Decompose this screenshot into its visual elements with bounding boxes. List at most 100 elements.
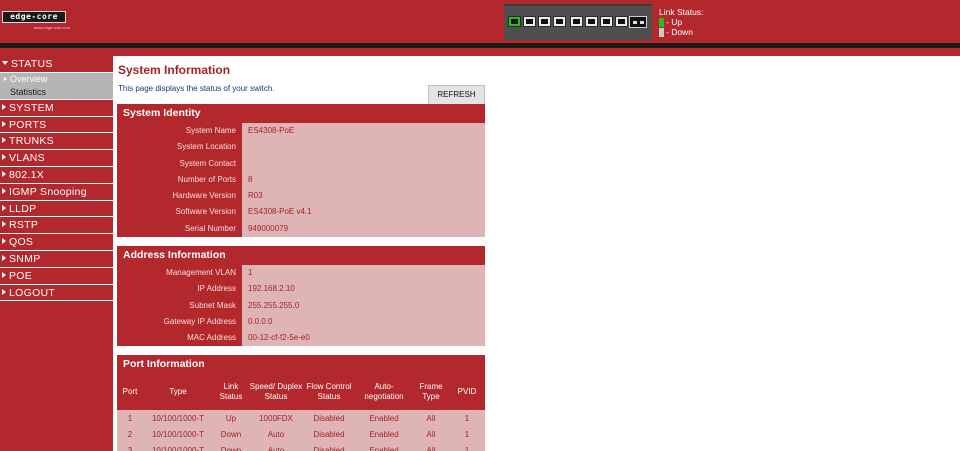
sidebar-item-system[interactable]: SYSTEM [0, 100, 113, 117]
sidebar-item-rstp[interactable]: RSTP [0, 217, 113, 235]
section-title: Address Information [117, 246, 485, 265]
sfp-port-icon[interactable] [629, 16, 647, 28]
cell-type: 10/100/1000-T [143, 410, 213, 426]
cell-link-status: Down [213, 426, 249, 442]
kv-row-subnet-mask: Subnet Mask 255.255.255.0 [117, 297, 485, 314]
port-information-table: Port Type Link Status Speed/ Duplex Stat… [117, 374, 485, 451]
link-status-title: Link Status: [659, 7, 704, 17]
chevron-right-icon [2, 187, 6, 194]
sidebar-item-status[interactable]: STATUS [0, 56, 113, 73]
legend-down-swatch [659, 28, 664, 37]
header-band [0, 48, 960, 56]
sidebar-item-8021x[interactable]: 802.1X [0, 167, 113, 184]
cell-port: 1 [117, 410, 143, 426]
cell-type: 10/100/1000-T [143, 426, 213, 442]
kv-row-hardware-version: Hardware Version R03 [117, 188, 485, 205]
chevron-right-icon [2, 204, 6, 211]
kv-value: 192.168.2.10 [242, 281, 485, 298]
sidebar-item-lldp[interactable]: LLDP [0, 201, 113, 218]
edge-core-logo: edge-core [2, 11, 66, 23]
kv-row-serial-number: Serial Number 949000079 [117, 220, 485, 238]
kv-label: System Name [185, 126, 236, 135]
chevron-right-icon [2, 154, 6, 161]
chevron-right-icon [2, 238, 6, 245]
port-8-icon[interactable] [615, 16, 628, 27]
port-5-icon[interactable] [570, 16, 583, 27]
column-header: Auto- negotiation [355, 374, 413, 410]
cell-port: 2 [117, 426, 143, 442]
logo-tagline: www.edge-core.com [33, 25, 70, 30]
cell-flow-control: Disabled [303, 426, 355, 442]
page-title: System Information [118, 63, 231, 77]
column-header: Link Status [213, 374, 249, 410]
kv-row-system-contact: System Contact [117, 155, 485, 172]
chevron-right-icon [2, 120, 6, 127]
cell-auto-negotiation: Enabled [355, 426, 413, 442]
port-4-icon[interactable] [553, 16, 566, 27]
main-content: System Information This page displays th… [113, 56, 960, 451]
kv-label: Software Version [175, 207, 236, 217]
sidebar: STATUS Overview Statistics SYSTEM PORTS … [0, 56, 113, 451]
kv-row-management-vlan: Management VLAN 1 [117, 265, 485, 282]
sidebar-item-poe[interactable]: POE [0, 268, 113, 285]
sidebar-item-trunks[interactable]: TRUNKS [0, 133, 113, 151]
chevron-right-icon [2, 288, 6, 295]
port-1-icon[interactable] [508, 16, 521, 27]
kv-row-mac-address: MAC Address 00-12-cf-f2-5e-e0 [117, 330, 485, 347]
column-header: PVID [449, 374, 485, 410]
cell-port: 3 [117, 442, 143, 451]
legend-up-label: - Up [666, 17, 683, 27]
table-header-row: Port Type Link Status Speed/ Duplex Stat… [117, 374, 485, 410]
cell-frame-type: All [413, 410, 449, 426]
kv-label: Serial Number [184, 223, 236, 233]
sidebar-subitem-overview[interactable]: Overview [0, 72, 113, 86]
kv-row-system-location: System Location [117, 139, 485, 156]
cell-auto-negotiation: Enabled [355, 442, 413, 451]
kv-label: Subnet Mask [189, 300, 236, 310]
port-7-icon[interactable] [600, 16, 613, 27]
sidebar-item-logout[interactable]: LOGOUT [0, 285, 113, 302]
kv-row-gateway-ip-address: Gateway IP Address 0.0.0.0 [117, 313, 485, 331]
kv-value: 949000079 [242, 220, 485, 238]
sidebar-item-ports[interactable]: PORTS [0, 117, 113, 134]
cell-flow-control: Disabled [303, 442, 355, 451]
header: edge-core www.edge-core.com Link Status:… [0, 0, 960, 43]
section-title: System Identity [117, 104, 485, 123]
section-title: Port Information [117, 355, 485, 374]
kv-value: 255.255.255.0 [242, 297, 485, 314]
kv-label: Number of Ports [177, 174, 236, 184]
sidebar-item-qos[interactable]: QOS [0, 234, 113, 251]
sidebar-item-snmp[interactable]: SNMP [0, 251, 113, 268]
port-6-icon[interactable] [585, 16, 598, 27]
refresh-button[interactable]: REFRESH [428, 85, 485, 105]
chevron-right-icon [2, 254, 6, 261]
chevron-right-icon [2, 221, 6, 228]
table-row: 1 10/100/1000-T Up 1000FDX Disabled Enab… [117, 410, 485, 426]
cell-speed-duplex: Auto [249, 426, 303, 442]
sidebar-subitem-statistics[interactable]: Statistics [0, 85, 113, 100]
kv-value: 0.0.0.0 [242, 313, 485, 331]
chevron-right-icon [2, 271, 6, 278]
cell-auto-negotiation: Enabled [355, 410, 413, 426]
kv-value: R03 [242, 188, 485, 205]
kv-label: Management VLAN [166, 268, 236, 277]
kv-row-number-of-ports: Number of Ports 8 [117, 171, 485, 189]
kv-value [242, 155, 485, 172]
kv-label: System Contact [179, 158, 236, 168]
column-header: Port [117, 374, 143, 410]
sidebar-item-igmp-snooping[interactable]: IGMP Snooping [0, 184, 113, 201]
cell-frame-type: All [413, 426, 449, 442]
port-3-icon[interactable] [538, 16, 551, 27]
port-information-section: Port Information Port Type Link Status S… [117, 355, 485, 451]
legend-down-label: - Down [666, 27, 693, 37]
system-identity-section: System Identity System Name ES4308-PoE S… [117, 104, 485, 238]
kv-row-software-version: Software Version ES4308-PoE v4.1 [117, 204, 485, 221]
legend-up: - Up [659, 17, 703, 27]
port-2-icon[interactable] [523, 16, 536, 27]
sidebar-item-vlans[interactable]: VLANS [0, 150, 113, 167]
legend-up-swatch [659, 18, 664, 27]
column-header: Speed/ Duplex Status [249, 374, 303, 410]
kv-value [242, 139, 485, 156]
table-row: 3 10/100/1000-T Down Auto Disabled Enabl… [117, 442, 485, 451]
chevron-right-icon [2, 137, 6, 144]
